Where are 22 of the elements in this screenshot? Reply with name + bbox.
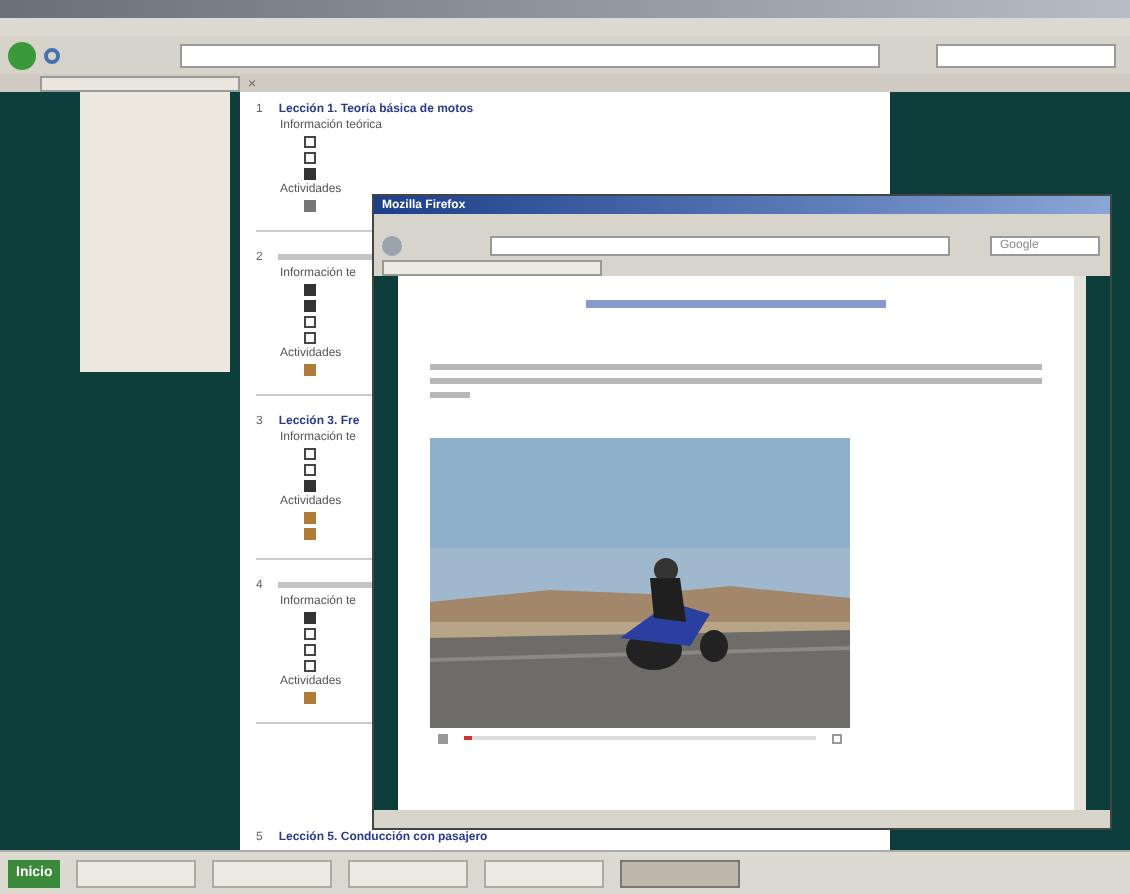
file-icon: [304, 480, 316, 492]
play-button[interactable]: [438, 733, 448, 743]
task-icon: [304, 692, 316, 704]
browser-tab[interactable]: [382, 260, 602, 276]
fullscreen-button[interactable]: [832, 733, 842, 743]
taskbar-button[interactable]: [212, 859, 333, 887]
browser-tab[interactable]: [40, 76, 240, 92]
address-field[interactable]: [180, 43, 880, 67]
search-field[interactable]: [936, 43, 1116, 67]
file-icon: [304, 168, 316, 180]
file-icon: [304, 612, 316, 624]
taskbar-button[interactable]: [348, 859, 469, 887]
back-button[interactable]: [382, 235, 402, 255]
address-field[interactable]: [490, 235, 950, 255]
task-icon: [304, 364, 316, 376]
taskbar-button[interactable]: [484, 859, 605, 887]
scrollbar[interactable]: [1074, 276, 1086, 810]
taskbar-button[interactable]: [620, 859, 741, 887]
back-button[interactable]: [8, 41, 36, 69]
quiz-icon: [304, 200, 316, 212]
taskbar-button[interactable]: [76, 859, 197, 887]
reload-icon[interactable]: [44, 47, 60, 63]
